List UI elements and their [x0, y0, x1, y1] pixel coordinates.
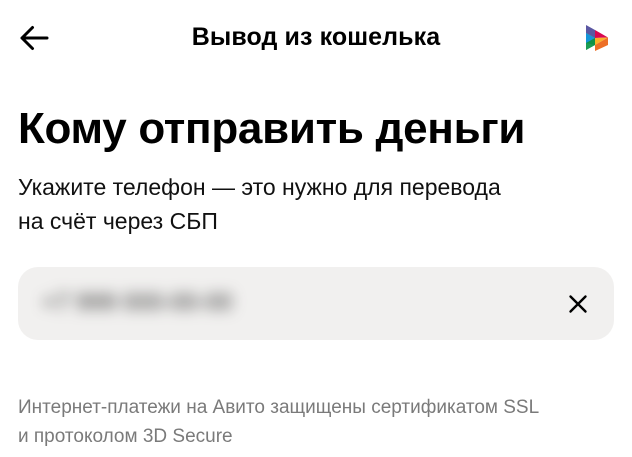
withdraw-screen: Вывод из кошелька Кому отправить деньги …: [0, 0, 632, 457]
top-bar: Вывод из кошелька: [0, 0, 632, 78]
close-icon: [569, 295, 587, 313]
phone-input[interactable]: +7 999 000-00-00: [18, 267, 614, 340]
clear-input-button[interactable]: [558, 284, 598, 324]
sbp-logo-icon: [586, 25, 608, 51]
subtitle: Укажите телефон — это нужно для перевода…: [18, 170, 598, 238]
main-heading: Кому отправить деньги: [18, 104, 526, 153]
subtitle-line-2: на счёт через СБП: [18, 208, 218, 234]
footnote-line-2: и протоколом 3D Secure: [18, 426, 233, 447]
security-footnote: Интернет-платежи на Авито защищены серти…: [18, 393, 618, 451]
subtitle-line-1: Укажите телефон — это нужно для перевода: [18, 174, 501, 200]
footnote-line-1: Интернет-платежи на Авито защищены серти…: [18, 397, 540, 418]
phone-input-value[interactable]: +7 999 000-00-00: [42, 285, 232, 321]
page-title: Вывод из кошелька: [191, 23, 441, 51]
